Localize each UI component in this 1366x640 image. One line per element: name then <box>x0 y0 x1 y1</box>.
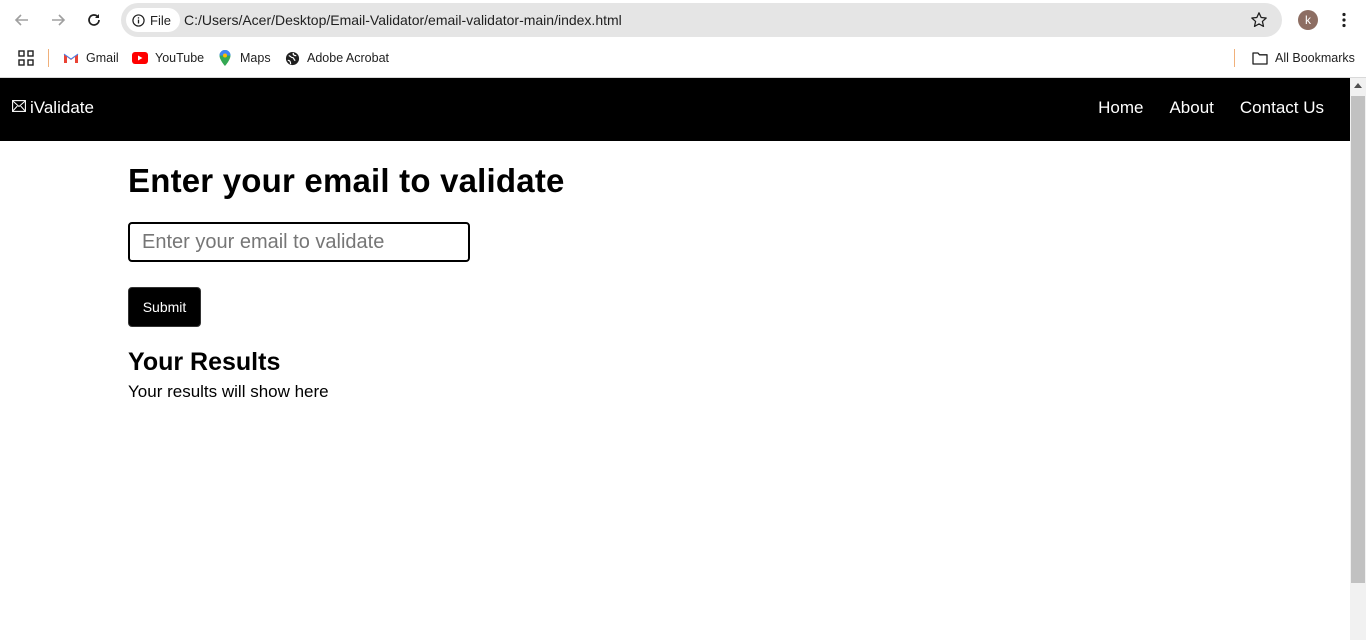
gmail-icon <box>63 50 79 66</box>
brand-name: iValidate <box>30 98 94 117</box>
info-icon <box>132 13 145 27</box>
page-scrollbar[interactable] <box>1350 78 1366 640</box>
forward-icon[interactable] <box>46 8 70 32</box>
bookmark-label: YouTube <box>155 51 205 65</box>
brand-logo[interactable]: iValidate <box>12 98 94 118</box>
envelope-icon <box>12 100 26 112</box>
bookmarks-divider <box>48 49 49 67</box>
bookmark-adobe-acrobat[interactable]: Adobe Acrobat <box>284 49 389 67</box>
nav-link-contact-us[interactable]: Contact Us <box>1240 98 1324 118</box>
url-text[interactable]: C:/Users/Acer/Desktop/Email-Validator/em… <box>184 12 622 28</box>
site-chip-label: File <box>150 12 171 28</box>
youtube-icon <box>132 50 148 66</box>
site-menu: Home About Contact Us <box>1098 98 1324 118</box>
scroll-thumb[interactable] <box>1351 96 1365 583</box>
apps-grid-icon[interactable] <box>18 50 34 66</box>
page-viewport: iValidate Home About Contact Us Enter yo… <box>0 78 1350 640</box>
bookmark-youtube[interactable]: YouTube <box>132 49 204 67</box>
bookmark-label: Gmail <box>86 51 119 65</box>
bookmark-maps[interactable]: Maps <box>217 49 271 67</box>
maps-icon <box>217 50 233 66</box>
profile-avatar[interactable]: k <box>1298 10 1318 30</box>
main-content: Enter your email to validate Submit Your… <box>128 162 565 401</box>
bookmark-label: Adobe Acrobat <box>307 51 390 65</box>
email-input[interactable] <box>128 222 470 262</box>
more-icon[interactable] <box>1336 10 1352 30</box>
all-bookmarks-label: All Bookmarks <box>1275 51 1355 65</box>
reload-icon[interactable] <box>82 8 106 32</box>
bookmarks-bar: Gmail YouTube Maps Adobe Acrobat All Boo… <box>0 40 1366 78</box>
star-icon[interactable] <box>1250 11 1268 29</box>
nav-link-about[interactable]: About <box>1169 98 1213 118</box>
globe-icon <box>284 50 300 66</box>
address-bar[interactable]: File C:/Users/Acer/Desktop/Email-Validat… <box>121 3 1282 37</box>
nav-link-home[interactable]: Home <box>1098 98 1143 118</box>
site-navbar: iValidate Home About Contact Us <box>0 78 1350 141</box>
bookmark-label: Maps <box>240 51 271 65</box>
page-title: Enter your email to validate <box>128 162 565 199</box>
site-info-chip[interactable]: File <box>126 8 180 32</box>
scroll-up-arrow-icon[interactable] <box>1354 83 1362 88</box>
all-bookmarks[interactable]: All Bookmarks <box>1252 49 1355 67</box>
folder-icon <box>1252 50 1268 66</box>
results-text: Your results will show here <box>128 382 329 401</box>
back-icon[interactable] <box>10 8 34 32</box>
bookmark-gmail[interactable]: Gmail <box>63 49 119 67</box>
results-heading: Your Results <box>128 348 281 376</box>
browser-toolbar: File C:/Users/Acer/Desktop/Email-Validat… <box>0 0 1366 40</box>
bookmarks-divider <box>1234 49 1235 67</box>
submit-button[interactable]: Submit <box>128 287 201 327</box>
